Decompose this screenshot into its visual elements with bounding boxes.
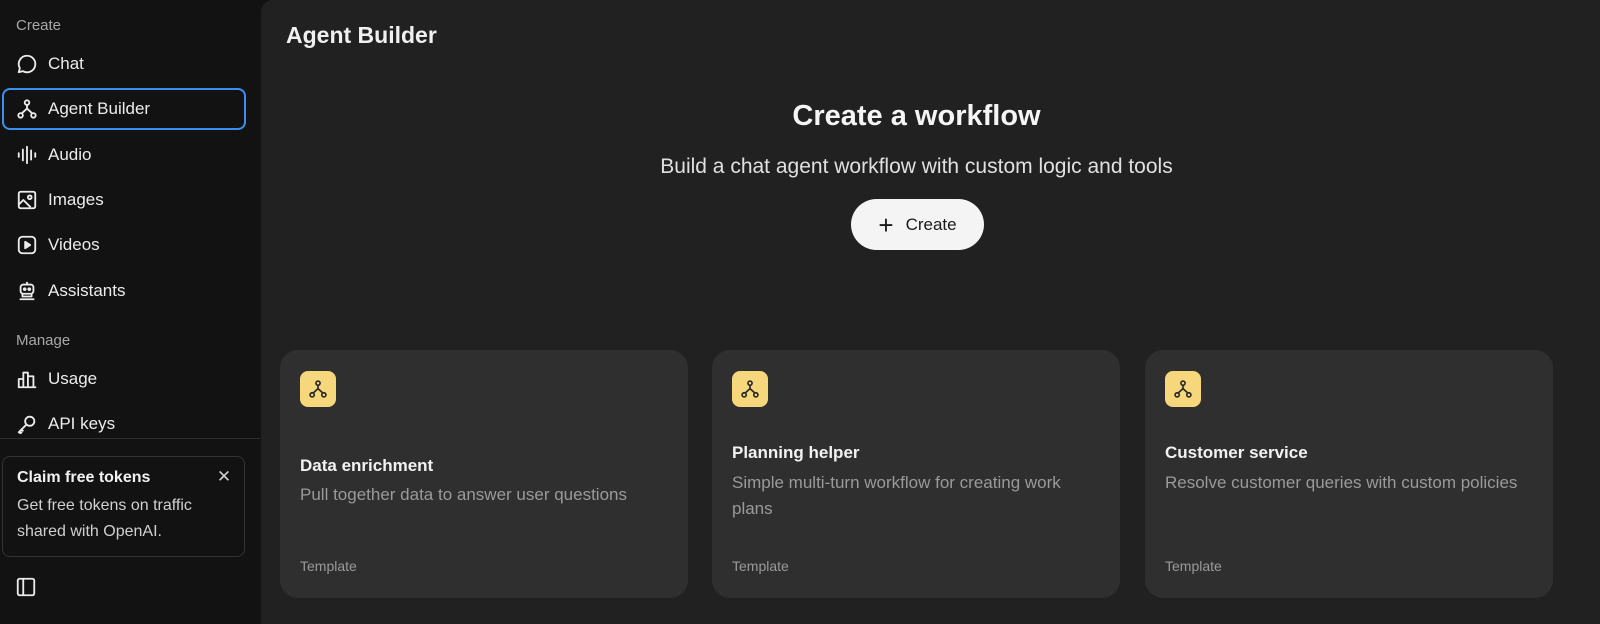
main-panel: Agent Builder Create a workflow Build a … (261, 0, 1600, 624)
workflow-icon (300, 371, 336, 407)
robot-icon (16, 280, 38, 302)
sidebar-item-label: Agent Builder (48, 99, 151, 118)
page-title: Agent Builder (286, 22, 437, 48)
sidebar-item-chat[interactable]: Chat (2, 43, 246, 85)
sidebar-item-label: Audio (48, 145, 92, 164)
card-tag: Template (732, 558, 789, 574)
workflow-icon (732, 371, 768, 407)
promo-title: Claim free tokens (17, 469, 151, 486)
chat-bubble-icon (16, 53, 38, 75)
template-card-customer-service[interactable]: Customer service Resolve customer querie… (1145, 350, 1553, 598)
sidebar-item-label: Chat (48, 54, 84, 73)
sidebar-item-usage[interactable]: Usage (2, 358, 246, 400)
image-icon (16, 189, 38, 211)
card-description: Pull together data to answer user questi… (300, 485, 627, 504)
card-title: Customer service (1165, 443, 1308, 462)
hero-title: Create a workflow (792, 100, 1041, 132)
card-description: Simple multi-turn workflow for creating … (732, 473, 1061, 518)
create-button[interactable]: + Create (851, 199, 984, 250)
sidebar-item-label: Images (48, 190, 104, 209)
sidebar-item-label: Usage (48, 369, 98, 388)
bar-chart-icon (16, 368, 38, 390)
claim-tokens-banner[interactable]: Claim free tokens Get free tokens on tra… (2, 456, 245, 557)
card-tag: Template (1165, 558, 1222, 574)
audio-wave-icon (16, 144, 38, 166)
sidebar-item-videos[interactable]: Videos (2, 224, 246, 266)
card-tag: Template (300, 558, 357, 574)
sidebar-divider (0, 438, 260, 439)
template-card-planning-helper[interactable]: Planning helper Simple multi-turn workfl… (712, 350, 1120, 598)
sidebar-item-audio[interactable]: Audio (2, 134, 246, 176)
sidebar-item-label: Assistants (48, 281, 126, 300)
close-icon[interactable]: ✕ (216, 468, 232, 485)
sidebar-item-label: API keys (48, 414, 116, 433)
agent-builder-icon (16, 98, 38, 120)
create-button-label: Create (905, 214, 957, 234)
template-card-data-enrichment[interactable]: Data enrichment Pull together data to an… (280, 350, 688, 598)
section-label-manage: Manage (16, 332, 71, 349)
hero-subtitle: Build a chat agent workflow with custom … (660, 155, 1173, 178)
key-icon (16, 413, 38, 435)
video-play-icon (16, 234, 38, 256)
sidebar-toggle-icon[interactable] (15, 576, 37, 598)
card-description: Resolve customer queries with custom pol… (1165, 473, 1518, 492)
section-label-create: Create (16, 17, 62, 34)
promo-body: Get free tokens on traffic shared with O… (17, 497, 192, 540)
sidebar-item-assistants[interactable]: Assistants (2, 270, 246, 312)
sidebar: Create Chat Agent Builder Audio Images V… (0, 0, 260, 624)
workflow-icon (1165, 371, 1201, 407)
card-title: Planning helper (732, 443, 860, 462)
sidebar-item-images[interactable]: Images (2, 179, 246, 221)
card-title: Data enrichment (300, 456, 434, 475)
sidebar-item-label: Videos (48, 235, 100, 254)
sidebar-item-agent-builder[interactable]: Agent Builder (2, 88, 246, 130)
plus-icon: + (878, 209, 894, 240)
